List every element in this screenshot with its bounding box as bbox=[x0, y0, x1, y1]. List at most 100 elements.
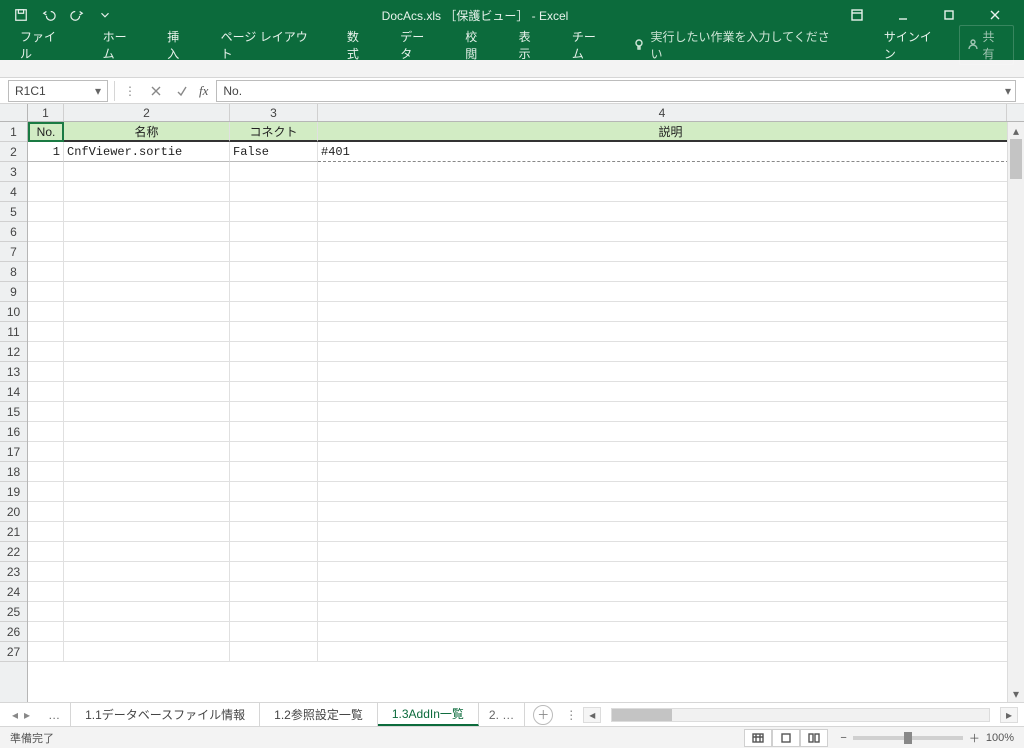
tab-page-layout[interactable]: ページ レイアウト bbox=[217, 22, 321, 68]
view-page-layout-button[interactable] bbox=[772, 729, 800, 747]
tab-insert[interactable]: 挿入 bbox=[163, 22, 194, 68]
status-ready: 準備完了 bbox=[10, 730, 744, 746]
tab-formulas[interactable]: 数式 bbox=[343, 22, 374, 68]
row-header[interactable]: 4 bbox=[0, 182, 27, 202]
col-header-1[interactable]: 1 bbox=[28, 104, 64, 121]
scroll-up-icon[interactable]: ▴ bbox=[1008, 122, 1024, 139]
row-header[interactable]: 8 bbox=[0, 262, 27, 282]
view-normal-button[interactable] bbox=[744, 729, 772, 747]
row-header[interactable]: 27 bbox=[0, 642, 27, 662]
row-headers: 1 2 3 4 5 6 7 8 9 10 11 12 13 14 15 16 1… bbox=[0, 122, 28, 702]
row-header[interactable]: 5 bbox=[0, 202, 27, 222]
row-header[interactable]: 23 bbox=[0, 562, 27, 582]
add-sheet-button[interactable]: ＋ bbox=[533, 705, 553, 725]
sheet-tab-1[interactable]: 1.1データベースファイル情報 bbox=[71, 703, 260, 726]
row-header[interactable]: 14 bbox=[0, 382, 27, 402]
tab-home[interactable]: ホーム bbox=[99, 22, 142, 68]
tab-options-icon[interactable]: ⋮ bbox=[561, 708, 581, 722]
view-page-break-button[interactable] bbox=[800, 729, 828, 747]
cells-grid[interactable]: No. 名称 コネクト 説明 1 CnfViewer.sortie False … bbox=[28, 122, 1024, 702]
zoom-out-button[interactable]: − bbox=[840, 732, 846, 744]
expand-formula-icon[interactable]: ▾ bbox=[1005, 84, 1011, 98]
tab-team[interactable]: チーム bbox=[568, 22, 611, 68]
header-desc[interactable]: 説明 bbox=[318, 122, 1024, 142]
hscroll-thumb[interactable] bbox=[612, 709, 672, 721]
col-header-2[interactable]: 2 bbox=[64, 104, 230, 121]
fx-icon[interactable]: fx bbox=[195, 83, 212, 99]
horizontal-scrollbar[interactable] bbox=[611, 708, 990, 722]
sheet-tab-ellipsis-left[interactable]: … bbox=[38, 703, 71, 726]
header-connect[interactable]: コネクト bbox=[230, 122, 318, 142]
qat-dropdown-icon[interactable] bbox=[94, 4, 116, 26]
row-header[interactable]: 22 bbox=[0, 542, 27, 562]
row-header[interactable]: 11 bbox=[0, 322, 27, 342]
tell-me-search[interactable]: 実行したい作業を入力してください bbox=[633, 28, 836, 62]
select-all-corner[interactable] bbox=[0, 104, 28, 121]
hscroll-left-icon[interactable]: ◂ bbox=[583, 707, 601, 723]
row-header[interactable]: 3 bbox=[0, 162, 27, 182]
tab-view[interactable]: 表示 bbox=[515, 22, 546, 68]
row-header[interactable]: 26 bbox=[0, 622, 27, 642]
save-icon[interactable] bbox=[10, 4, 32, 26]
zoom-slider[interactable] bbox=[853, 736, 963, 740]
row-header[interactable]: 21 bbox=[0, 522, 27, 542]
share-label: 共有 bbox=[982, 28, 1005, 62]
redo-icon[interactable] bbox=[66, 4, 88, 26]
sheet-tab-2[interactable]: 1.2参照設定一覧 bbox=[260, 703, 378, 726]
signin-link[interactable]: サインイン bbox=[880, 22, 946, 68]
chevron-down-icon[interactable]: ▾ bbox=[95, 84, 101, 98]
tab-review[interactable]: 校閲 bbox=[461, 22, 492, 68]
formula-dots-icon[interactable]: ⋮ bbox=[117, 80, 143, 102]
col-header-4[interactable]: 4 bbox=[318, 104, 1007, 121]
formula-value: No. bbox=[223, 84, 242, 98]
sheet-tab-ellipsis-right[interactable]: 2. … bbox=[479, 703, 525, 726]
name-box[interactable]: R1C1 ▾ bbox=[8, 80, 108, 102]
ribbon-display-button[interactable] bbox=[834, 0, 880, 30]
tab-file[interactable]: ファイル bbox=[10, 22, 77, 68]
tab-scroll-left-icon[interactable]: ◂ bbox=[12, 708, 18, 722]
tell-me-placeholder: 実行したい作業を入力してください bbox=[651, 28, 836, 62]
header-no[interactable]: No. bbox=[28, 122, 64, 142]
scroll-thumb[interactable] bbox=[1010, 139, 1022, 179]
row-header[interactable]: 2 bbox=[0, 142, 27, 162]
row-header[interactable]: 19 bbox=[0, 482, 27, 502]
enter-formula-icon[interactable] bbox=[169, 80, 195, 102]
sheet-tab-3[interactable]: 1.3AddIn一覧 bbox=[378, 703, 479, 726]
header-name[interactable]: 名称 bbox=[64, 122, 230, 142]
row-header[interactable]: 12 bbox=[0, 342, 27, 362]
cell-desc[interactable]: #401 bbox=[318, 142, 1024, 162]
hscroll-right-icon[interactable]: ▸ bbox=[1000, 707, 1018, 723]
row-header[interactable]: 6 bbox=[0, 222, 27, 242]
row-header[interactable]: 13 bbox=[0, 362, 27, 382]
cell-no[interactable]: 1 bbox=[28, 142, 64, 162]
tab-scroll-right-icon[interactable]: ▸ bbox=[24, 708, 30, 722]
cell-connect[interactable]: False bbox=[230, 142, 318, 162]
zoom-in-button[interactable]: ＋ bbox=[969, 730, 980, 746]
vertical-scrollbar[interactable]: ▴ ▾ bbox=[1007, 122, 1024, 702]
table-row: 1 CnfViewer.sortie False #401 bbox=[28, 142, 1024, 162]
row-header[interactable]: 24 bbox=[0, 582, 27, 602]
row-header[interactable]: 9 bbox=[0, 282, 27, 302]
zoom-level[interactable]: 100% bbox=[986, 732, 1014, 744]
cancel-formula-icon[interactable] bbox=[143, 80, 169, 102]
scroll-down-icon[interactable]: ▾ bbox=[1008, 685, 1024, 702]
row-header[interactable]: 7 bbox=[0, 242, 27, 262]
row-header[interactable]: 16 bbox=[0, 422, 27, 442]
collapsed-ribbon bbox=[0, 60, 1024, 78]
row-header[interactable]: 18 bbox=[0, 462, 27, 482]
col-header-3[interactable]: 3 bbox=[230, 104, 318, 121]
row-header[interactable]: 15 bbox=[0, 402, 27, 422]
share-button[interactable]: 共有 bbox=[959, 25, 1014, 65]
tab-data[interactable]: データ bbox=[396, 22, 439, 68]
row-header[interactable]: 17 bbox=[0, 442, 27, 462]
undo-icon[interactable] bbox=[38, 4, 60, 26]
person-icon bbox=[968, 38, 978, 52]
row-header[interactable]: 20 bbox=[0, 502, 27, 522]
row-header[interactable]: 25 bbox=[0, 602, 27, 622]
row-header[interactable]: 10 bbox=[0, 302, 27, 322]
cell-name[interactable]: CnfViewer.sortie bbox=[64, 142, 230, 162]
row-header[interactable]: 1 bbox=[0, 122, 27, 142]
lightbulb-icon bbox=[633, 38, 645, 53]
table-header-row: No. 名称 コネクト 説明 bbox=[28, 122, 1024, 142]
formula-input[interactable]: No. ▾ bbox=[216, 80, 1016, 102]
